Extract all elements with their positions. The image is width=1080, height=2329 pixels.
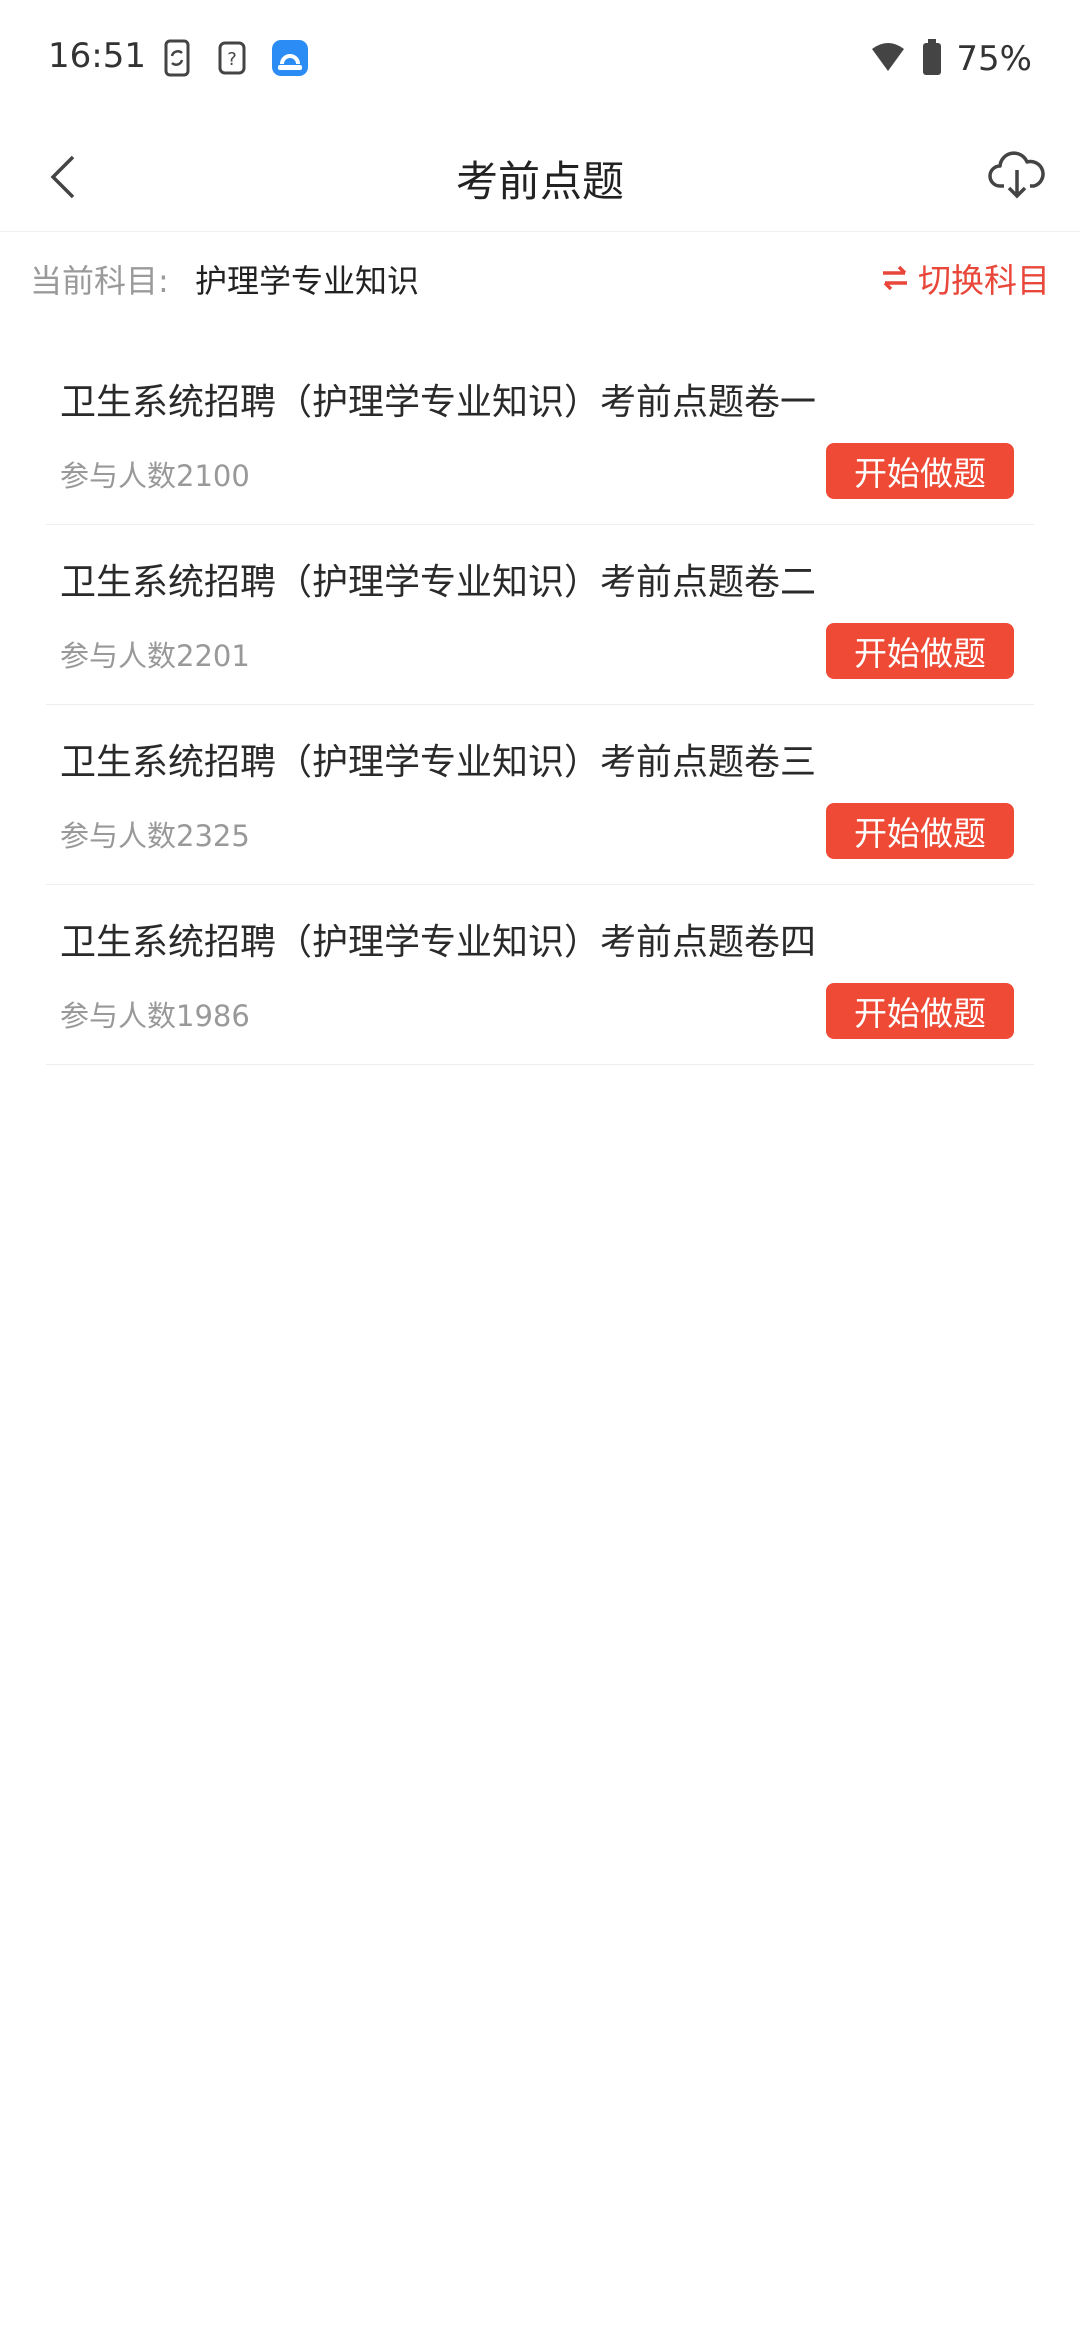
current-subject-value: 护理学专业知识 bbox=[195, 262, 420, 300]
question-card-icon: ? bbox=[216, 40, 248, 80]
swap-arrows-icon bbox=[883, 265, 907, 291]
svg-text:?: ? bbox=[227, 49, 237, 70]
phone-sync-icon bbox=[160, 38, 194, 82]
page-title: 考前点题 bbox=[455, 157, 624, 206]
start-quiz-button[interactable]: 开始做题 bbox=[826, 443, 1014, 499]
paper-title: 卫生系统招聘（护理学专业知识）考前点题卷三 bbox=[60, 742, 817, 783]
start-quiz-button[interactable]: 开始做题 bbox=[826, 803, 1014, 859]
paper-item[interactable]: 卫生系统招聘（护理学专业知识）考前点题卷二 参与人数2201 开始做题 bbox=[46, 525, 1034, 705]
paper-item[interactable]: 卫生系统招聘（护理学专业知识）考前点题卷三 参与人数2325 开始做题 bbox=[46, 705, 1034, 885]
cloud-download-icon bbox=[988, 151, 1045, 199]
wifi-icon bbox=[868, 39, 908, 79]
battery-percent: 75% bbox=[956, 39, 1032, 79]
paper-title: 卫生系统招聘（护理学专业知识）考前点题卷四 bbox=[60, 922, 817, 963]
paper-participants: 参与人数1986 bbox=[60, 999, 250, 1033]
switch-subject-label: 切换科目 bbox=[918, 261, 1050, 300]
switch-subject-button[interactable]: 切换科目 bbox=[880, 254, 1050, 302]
battery-icon bbox=[922, 38, 942, 80]
paper-list: 卫生系统招聘（护理学专业知识）考前点题卷一 参与人数2100 开始做题 卫生系统… bbox=[46, 345, 1034, 1065]
paper-item[interactable]: 卫生系统招聘（护理学专业知识）考前点题卷四 参与人数1986 开始做题 bbox=[46, 885, 1034, 1065]
status-time: 16:51 bbox=[48, 36, 146, 76]
paper-participants: 参与人数2100 bbox=[60, 459, 250, 493]
paper-item[interactable]: 卫生系统招聘（护理学专业知识）考前点题卷一 参与人数2100 开始做题 bbox=[46, 345, 1034, 525]
paper-participants: 参与人数2201 bbox=[60, 639, 250, 673]
paper-participants: 参与人数2325 bbox=[60, 819, 250, 853]
system-icons: 75% bbox=[868, 38, 1032, 80]
paper-title: 卫生系统招聘（护理学专业知识）考前点题卷一 bbox=[60, 382, 817, 423]
app-shield-icon bbox=[270, 38, 310, 82]
paper-title: 卫生系统招聘（护理学专业知识）考前点题卷二 bbox=[60, 562, 817, 603]
start-quiz-button[interactable]: 开始做题 bbox=[826, 983, 1014, 1039]
current-subject-label: 当前科目: bbox=[30, 262, 169, 300]
status-bar: 16:51 ? 75% bbox=[0, 0, 1080, 120]
start-quiz-button[interactable]: 开始做题 bbox=[826, 623, 1014, 679]
subject-bar: 当前科目: 护理学专业知识 切换科目 bbox=[0, 232, 1080, 322]
app-header: 考前点题 bbox=[0, 120, 1080, 232]
notification-icons: ? bbox=[160, 38, 310, 82]
download-button[interactable] bbox=[982, 140, 1052, 210]
